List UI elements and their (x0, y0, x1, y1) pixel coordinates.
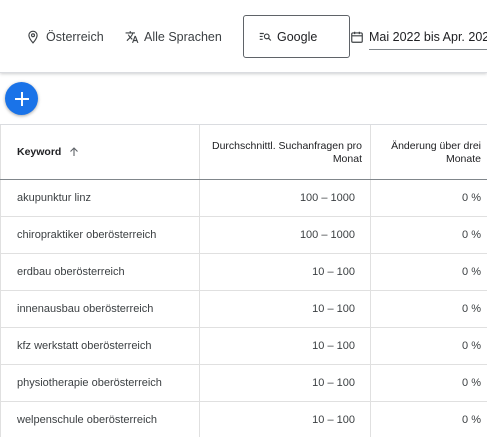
three-month-change-cell: 0 % (462, 229, 481, 241)
date-range-label: Mai 2022 bis Apr. 2023 (369, 24, 487, 50)
three-month-change-header-label: Änderung über drei Monate (391, 140, 481, 165)
language-label: Alle Sprachen (144, 30, 222, 44)
avg-searches-header-label: Durchschnittl. Suchanfragen pro Monat (212, 140, 362, 165)
avg-searches-cell: 10 – 100 (200, 291, 371, 327)
three-month-change-cell: 0 % (462, 340, 481, 352)
keyword-cell: erdbau oberösterreich (0, 254, 200, 290)
calendar-icon (351, 31, 363, 43)
sort-ascending-icon[interactable] (68, 146, 80, 158)
keyword-table: Keyword Durchschnittl. Suchanfragen pro … (0, 124, 487, 437)
add-icon (14, 91, 29, 106)
translate-icon (125, 31, 139, 43)
column-header-avg-searches[interactable]: Durchschnittl. Suchanfragen pro Monat (200, 125, 371, 179)
avg-searches-cell: 100 – 1000 (200, 180, 371, 216)
search-network-selector[interactable]: Google (243, 15, 350, 58)
keyword-cell: akupunktur linz (0, 180, 200, 216)
avg-searches-cell: 10 – 100 (200, 365, 371, 401)
table-row[interactable]: innenausbau oberösterreich 10 – 100 0 % (0, 291, 487, 328)
location-selector[interactable]: Österreich (26, 21, 104, 53)
avg-searches-cell: 100 – 1000 (200, 217, 371, 253)
keyword-cell: innenausbau oberösterreich (0, 291, 200, 327)
table-header-row: Keyword Durchschnittl. Suchanfragen pro … (0, 125, 487, 180)
avg-searches-cell: 10 – 100 (200, 254, 371, 290)
keyword-cell: physiotherapie oberösterreich (0, 365, 200, 401)
keyword-header-label: Keyword (17, 146, 62, 158)
add-keyword-button[interactable] (5, 82, 38, 115)
location-label: Österreich (46, 30, 104, 44)
table-row[interactable]: physiotherapie oberösterreich 10 – 100 0… (0, 365, 487, 402)
targeting-toolbar: Österreich Alle Sprachen Google Mai 2022… (0, 0, 487, 73)
three-month-change-cell: 0 % (462, 192, 481, 204)
three-month-change-cell: 0 % (462, 303, 481, 315)
table-row[interactable]: akupunktur linz 100 – 1000 0 % (0, 180, 487, 217)
table-row[interactable]: welpenschule oberösterreich 10 – 100 0 % (0, 402, 487, 437)
keyword-cell: chiropraktiker oberösterreich (0, 217, 200, 253)
avg-searches-cell: 10 – 100 (200, 402, 371, 437)
network-label: Google (277, 29, 318, 44)
avg-searches-cell: 10 – 100 (200, 328, 371, 364)
three-month-change-cell: 0 % (462, 266, 481, 278)
location-pin-icon (28, 30, 38, 44)
date-range-selector[interactable]: Mai 2022 bis Apr. 2023 (350, 21, 487, 53)
column-header-keyword[interactable]: Keyword (0, 125, 200, 179)
table-row[interactable]: chiropraktiker oberösterreich 100 – 1000… (0, 217, 487, 254)
column-header-three-month-change[interactable]: Änderung über drei Monate (371, 125, 487, 179)
language-selector[interactable]: Alle Sprachen (125, 21, 222, 53)
search-network-icon (259, 32, 272, 41)
table-row[interactable]: erdbau oberösterreich 10 – 100 0 % (0, 254, 487, 291)
keyword-cell: welpenschule oberösterreich (0, 402, 200, 437)
table-row[interactable]: kfz werkstatt oberösterreich 10 – 100 0 … (0, 328, 487, 365)
keyword-cell: kfz werkstatt oberösterreich (0, 328, 200, 364)
three-month-change-cell: 0 % (462, 414, 481, 426)
three-month-change-cell: 0 % (462, 377, 481, 389)
